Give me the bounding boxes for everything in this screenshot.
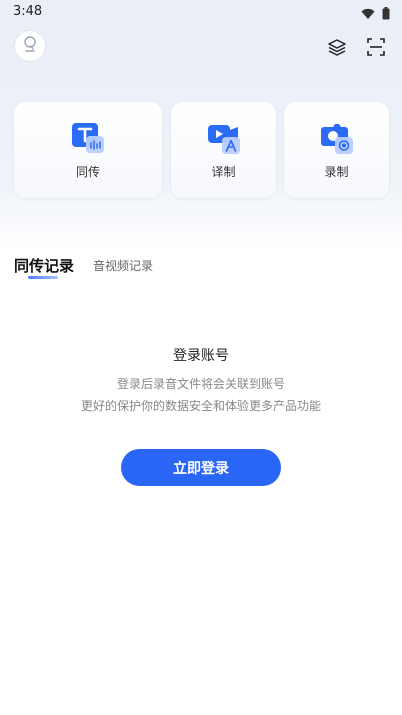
status-time: 3:48 bbox=[13, 4, 43, 19]
layers-icon[interactable] bbox=[326, 36, 348, 58]
top-bar bbox=[0, 30, 402, 66]
wifi-icon bbox=[361, 5, 375, 24]
card-label: 录制 bbox=[324, 165, 349, 179]
tab-av-records[interactable]: 音视频记录 bbox=[93, 257, 153, 274]
text-audio-icon bbox=[70, 121, 106, 155]
card-dubbing[interactable]: 译制 bbox=[171, 102, 276, 198]
login-prompt-line: 登录后录音文件将会关联到账号 bbox=[116, 377, 285, 391]
video-translate-icon bbox=[206, 121, 242, 155]
login-prompt-line: 更好的保护你的数据安全和体验更多产品功能 bbox=[80, 399, 321, 413]
tab-simultaneous-records[interactable]: 同传记录 bbox=[14, 255, 74, 276]
avatar[interactable] bbox=[14, 30, 46, 62]
scan-icon[interactable] bbox=[365, 36, 387, 58]
card-label: 译制 bbox=[211, 165, 236, 179]
card-record[interactable]: 录制 bbox=[284, 102, 389, 198]
status-bar: 3:48 bbox=[0, 0, 402, 24]
card-label: 同传 bbox=[75, 165, 100, 179]
camera-record-icon bbox=[319, 121, 355, 155]
status-icons bbox=[361, 5, 390, 24]
battery-icon bbox=[382, 5, 390, 24]
tab-indicator bbox=[28, 276, 58, 279]
login-prompt-title: 登录账号 bbox=[173, 348, 229, 364]
user-icon bbox=[22, 35, 38, 57]
record-tabs: 同传记录 音视频记录 bbox=[14, 252, 314, 280]
feature-cards: 同传 译制 录制 bbox=[14, 102, 389, 198]
card-simultaneous[interactable]: 同传 bbox=[14, 102, 162, 198]
login-button[interactable]: 立即登录 bbox=[121, 449, 281, 486]
